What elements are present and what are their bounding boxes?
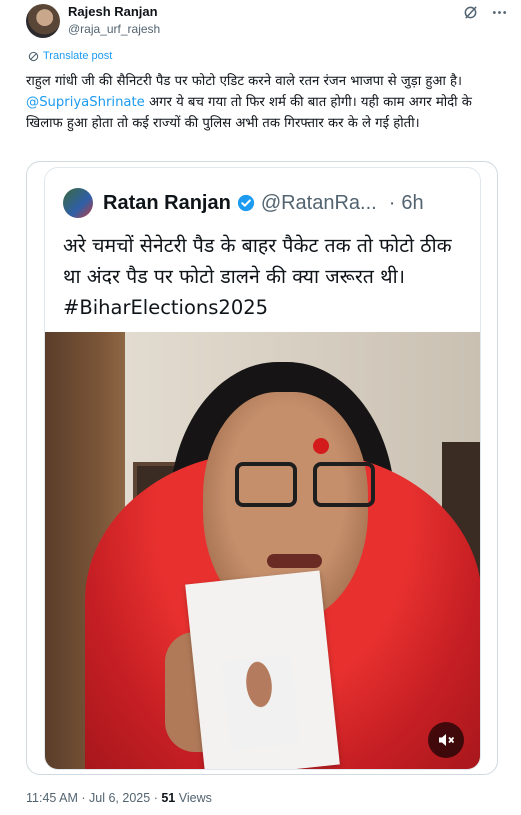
glasses-right [313,462,375,507]
quoted-separator: · [388,191,396,214]
meta-separator-2: · [153,791,158,805]
video-frame[interactable] [45,332,480,769]
views-count[interactable]: 51 [161,791,175,805]
tweet-meta: 11:45 AM · Jul 6, 2025 · 51 Views [26,790,212,806]
post-date[interactable]: Jul 6, 2025 [89,791,150,805]
avatar[interactable] [26,4,60,38]
printed-photo [221,653,301,751]
grok-icon[interactable] [463,5,478,24]
tweet-text-part1: राहुल गांधी जी की सैनिटरी पैड पर फोटो एड… [26,74,463,89]
mention-link[interactable]: @SupriyaShrinate [26,95,145,110]
quoted-display-name: Ratan Ranjan [103,191,231,214]
quoted-avatar [63,188,93,218]
quoted-time: 6h [401,191,424,214]
header-actions [463,5,507,24]
verified-badge-icon [237,194,254,212]
translate-icon [28,51,39,61]
views-label[interactable]: Views [179,791,212,805]
glasses-left [235,462,297,507]
author-info[interactable]: Rajesh Ranjan @raja_urf_rajesh [68,4,160,37]
tweet: Rajesh Ranjan @raja_urf_rajesh Translate… [0,0,521,815]
quoted-tweet-screenshot: Ratan Ranjan @RatanRa... · 6h अरे चमचों … [44,167,481,770]
mute-button[interactable] [428,722,464,758]
volume-muted-icon [439,734,455,746]
tweet-text: राहुल गांधी जी की सैनिटरी पैड पर फोटो एड… [26,71,504,134]
translate-label[interactable]: Translate post [43,50,112,62]
author-display-name[interactable]: Rajesh Ranjan [68,4,160,20]
quoted-header: Ratan Ranjan @RatanRa... · 6h [63,187,470,219]
author-handle[interactable]: @raja_urf_rajesh [68,21,160,37]
held-paper [185,570,340,769]
tweet-header: Rajesh Ranjan @raja_urf_rajesh [26,2,507,42]
quoted-handle: @RatanRa... [260,191,377,214]
meta-separator: · [81,791,86,805]
bindi [313,438,329,454]
media-card[interactable]: Ratan Ranjan @RatanRa... · 6h अरे चमचों … [26,161,498,775]
post-time[interactable]: 11:45 AM [26,791,78,805]
quoted-text: अरे चमचों सेनेटरी पैड के बाहर पैकेट तक त… [63,234,452,319]
mouth [267,554,322,568]
more-icon[interactable] [492,5,507,24]
translate-post-link[interactable]: Translate post [28,50,112,62]
